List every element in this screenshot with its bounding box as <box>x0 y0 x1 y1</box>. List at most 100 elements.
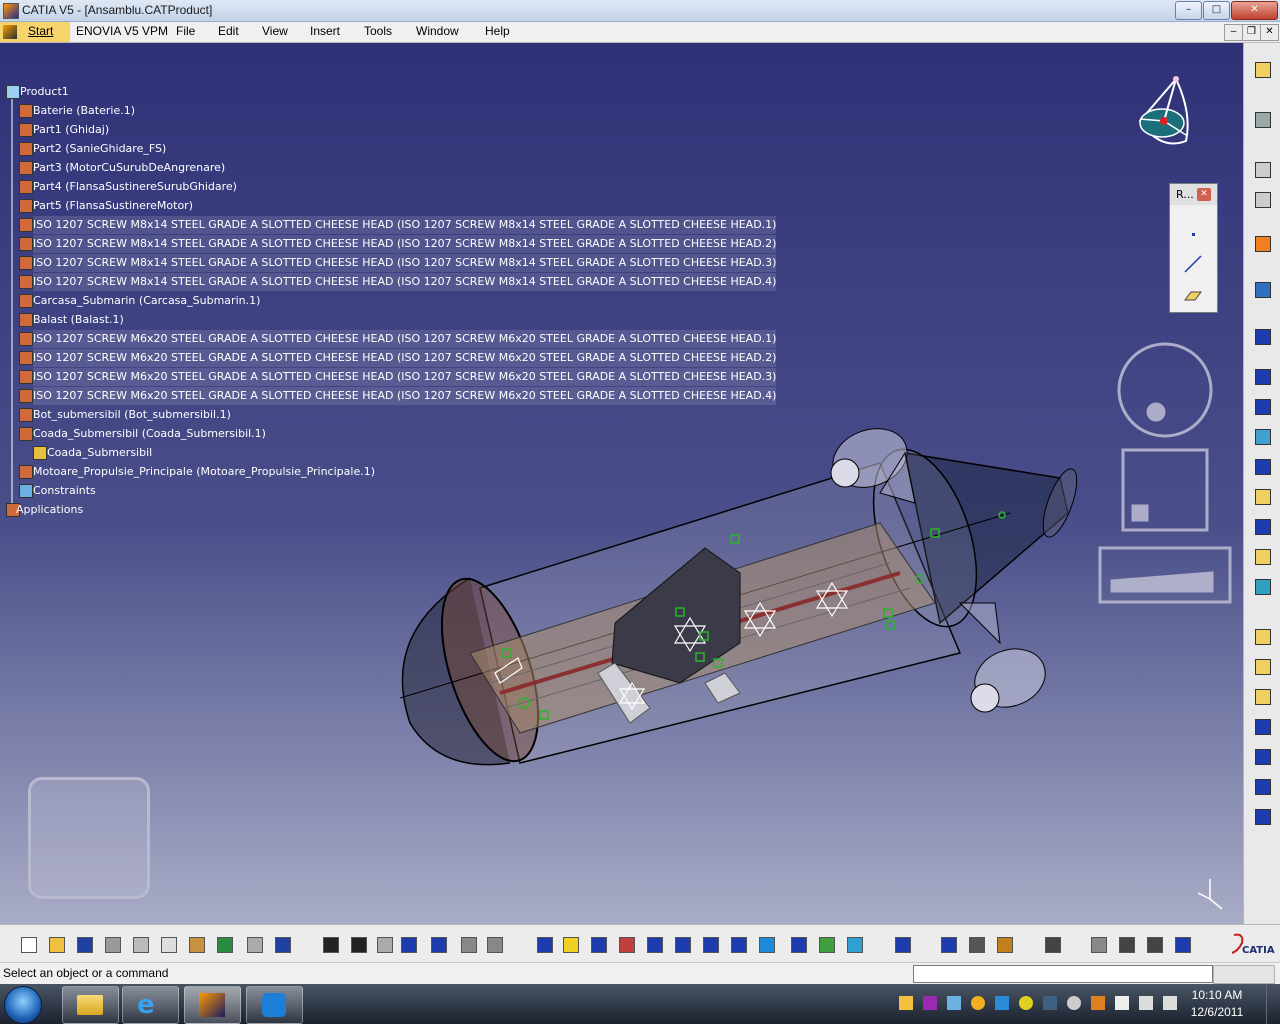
grab-button[interactable] <box>1116 934 1136 954</box>
tree-expand-button[interactable] <box>428 934 448 954</box>
refresh-button[interactable] <box>1088 934 1108 954</box>
lock-button[interactable] <box>458 934 478 954</box>
zoom-out-button[interactable] <box>672 934 692 954</box>
taskbar-teamviewer-button[interactable] <box>246 986 303 1024</box>
tray-icon-1[interactable] <box>899 996 913 1010</box>
messenger-tray-icon[interactable] <box>971 996 985 1010</box>
normal-view-button[interactable] <box>700 934 720 954</box>
close-button[interactable]: ✕ <box>1231 1 1278 20</box>
point-tool-button[interactable] <box>1183 224 1203 244</box>
paste-button[interactable] <box>186 934 206 954</box>
command-button[interactable] <box>1213 965 1275 984</box>
update-button[interactable] <box>892 934 912 954</box>
minimize-button[interactable]: – <box>1175 1 1202 20</box>
mass-button[interactable] <box>994 934 1014 954</box>
swap-visible-button[interactable] <box>844 934 864 954</box>
product-icon[interactable] <box>1252 326 1272 346</box>
measure-icon[interactable] <box>1252 776 1272 796</box>
formula-button[interactable] <box>320 934 340 954</box>
new-button[interactable] <box>18 934 38 954</box>
volume-tray-icon[interactable] <box>1163 996 1177 1010</box>
menu-tools[interactable]: Tools <box>364 24 392 38</box>
onenote-tray-icon[interactable] <box>923 996 937 1010</box>
menu-edit[interactable]: Edit <box>218 24 239 38</box>
teamviewer-tray-icon[interactable] <box>995 996 1009 1010</box>
taskbar-ie-button[interactable]: e <box>122 986 179 1024</box>
print-button[interactable] <box>102 934 122 954</box>
menu-start[interactable]: Start <box>0 22 70 42</box>
multi-view-button[interactable] <box>728 934 748 954</box>
tray-icon-8[interactable] <box>1067 996 1081 1010</box>
spec-button[interactable] <box>484 934 504 954</box>
zoom-in-button[interactable] <box>644 934 664 954</box>
flag-tray-icon[interactable] <box>1115 996 1129 1010</box>
cut-button[interactable] <box>130 934 150 954</box>
contact-icon[interactable] <box>1252 576 1272 596</box>
pan-button[interactable] <box>588 934 608 954</box>
capture-button[interactable] <box>1042 934 1062 954</box>
comment-button[interactable] <box>348 934 368 954</box>
copy-button[interactable] <box>158 934 178 954</box>
tray-icon-9[interactable] <box>1091 996 1105 1010</box>
menu-view[interactable]: View <box>262 24 288 38</box>
angle-icon[interactable] <box>1252 656 1272 676</box>
iso-view-button[interactable] <box>756 934 776 954</box>
measure-item-button[interactable] <box>966 934 986 954</box>
doc-close-button[interactable]: ✕ <box>1260 24 1279 41</box>
taskbar-explorer-button[interactable] <box>62 986 119 1024</box>
doc-restore-button[interactable]: ❐ <box>1242 24 1261 41</box>
constraint-icon[interactable] <box>1252 516 1272 536</box>
submarine-hull[interactable] <box>399 419 1084 773</box>
assembly-icon[interactable] <box>1252 486 1272 506</box>
menu-help[interactable]: Help <box>485 24 510 38</box>
open-button[interactable] <box>46 934 66 954</box>
menu-window[interactable]: Window <box>416 24 459 38</box>
placeholder-icon[interactable] <box>1252 159 1272 179</box>
rotate-button[interactable] <box>616 934 636 954</box>
scene-icon[interactable] <box>1252 426 1272 446</box>
manipulate-icon[interactable] <box>1252 716 1272 736</box>
part-icon[interactable] <box>1252 366 1272 386</box>
reference-toolbar-close-button[interactable]: ✕ <box>1197 188 1211 201</box>
knowledge-button[interactable] <box>374 934 394 954</box>
bom-icon[interactable] <box>1252 746 1272 766</box>
doc-minimize-button[interactable]: – <box>1224 24 1243 41</box>
command-input[interactable] <box>913 965 1213 983</box>
undo-button[interactable] <box>214 934 234 954</box>
fit-all-button[interactable] <box>560 934 580 954</box>
tray-icon-6[interactable] <box>1019 996 1033 1010</box>
placeholder-icon[interactable] <box>1252 189 1272 209</box>
explode-icon[interactable] <box>1252 396 1272 416</box>
catalog-button[interactable] <box>398 934 418 954</box>
show-desktop-button[interactable] <box>1266 984 1280 1024</box>
menu-insert[interactable]: Insert <box>310 24 340 38</box>
settings-icon[interactable] <box>1252 109 1272 129</box>
compass-widget[interactable] <box>1138 76 1189 145</box>
windows-start-button[interactable] <box>4 986 42 1024</box>
fix-icon[interactable] <box>1252 546 1272 566</box>
taskbar-catia-button[interactable] <box>184 986 241 1024</box>
select-icon[interactable] <box>1252 233 1272 253</box>
hide-show-button[interactable] <box>816 934 836 954</box>
offset-icon[interactable] <box>1252 626 1272 646</box>
axis-button[interactable] <box>1144 934 1164 954</box>
fly-button[interactable] <box>534 934 554 954</box>
measure-between-button[interactable] <box>938 934 958 954</box>
menu-file[interactable]: File <box>176 24 195 38</box>
menu-enovia[interactable]: ENOVIA V5 VPM <box>76 24 168 38</box>
insert-icon[interactable] <box>1252 456 1272 476</box>
sketch-icon[interactable] <box>1252 279 1272 299</box>
tray-icon-7[interactable] <box>1043 996 1057 1010</box>
plane-tool-button[interactable] <box>1183 284 1203 304</box>
workbench-icon[interactable] <box>1252 59 1272 79</box>
shading-button[interactable] <box>788 934 808 954</box>
maximize-button[interactable]: □ <box>1203 1 1230 20</box>
whats-this-button[interactable] <box>272 934 292 954</box>
line-tool-button[interactable] <box>1183 254 1203 274</box>
redo-button[interactable] <box>244 934 264 954</box>
tray-icon-3[interactable] <box>947 996 961 1010</box>
grid-button[interactable] <box>1172 934 1192 954</box>
sections-icon[interactable] <box>1252 806 1272 826</box>
save-button[interactable] <box>74 934 94 954</box>
network-tray-icon[interactable] <box>1139 996 1153 1010</box>
